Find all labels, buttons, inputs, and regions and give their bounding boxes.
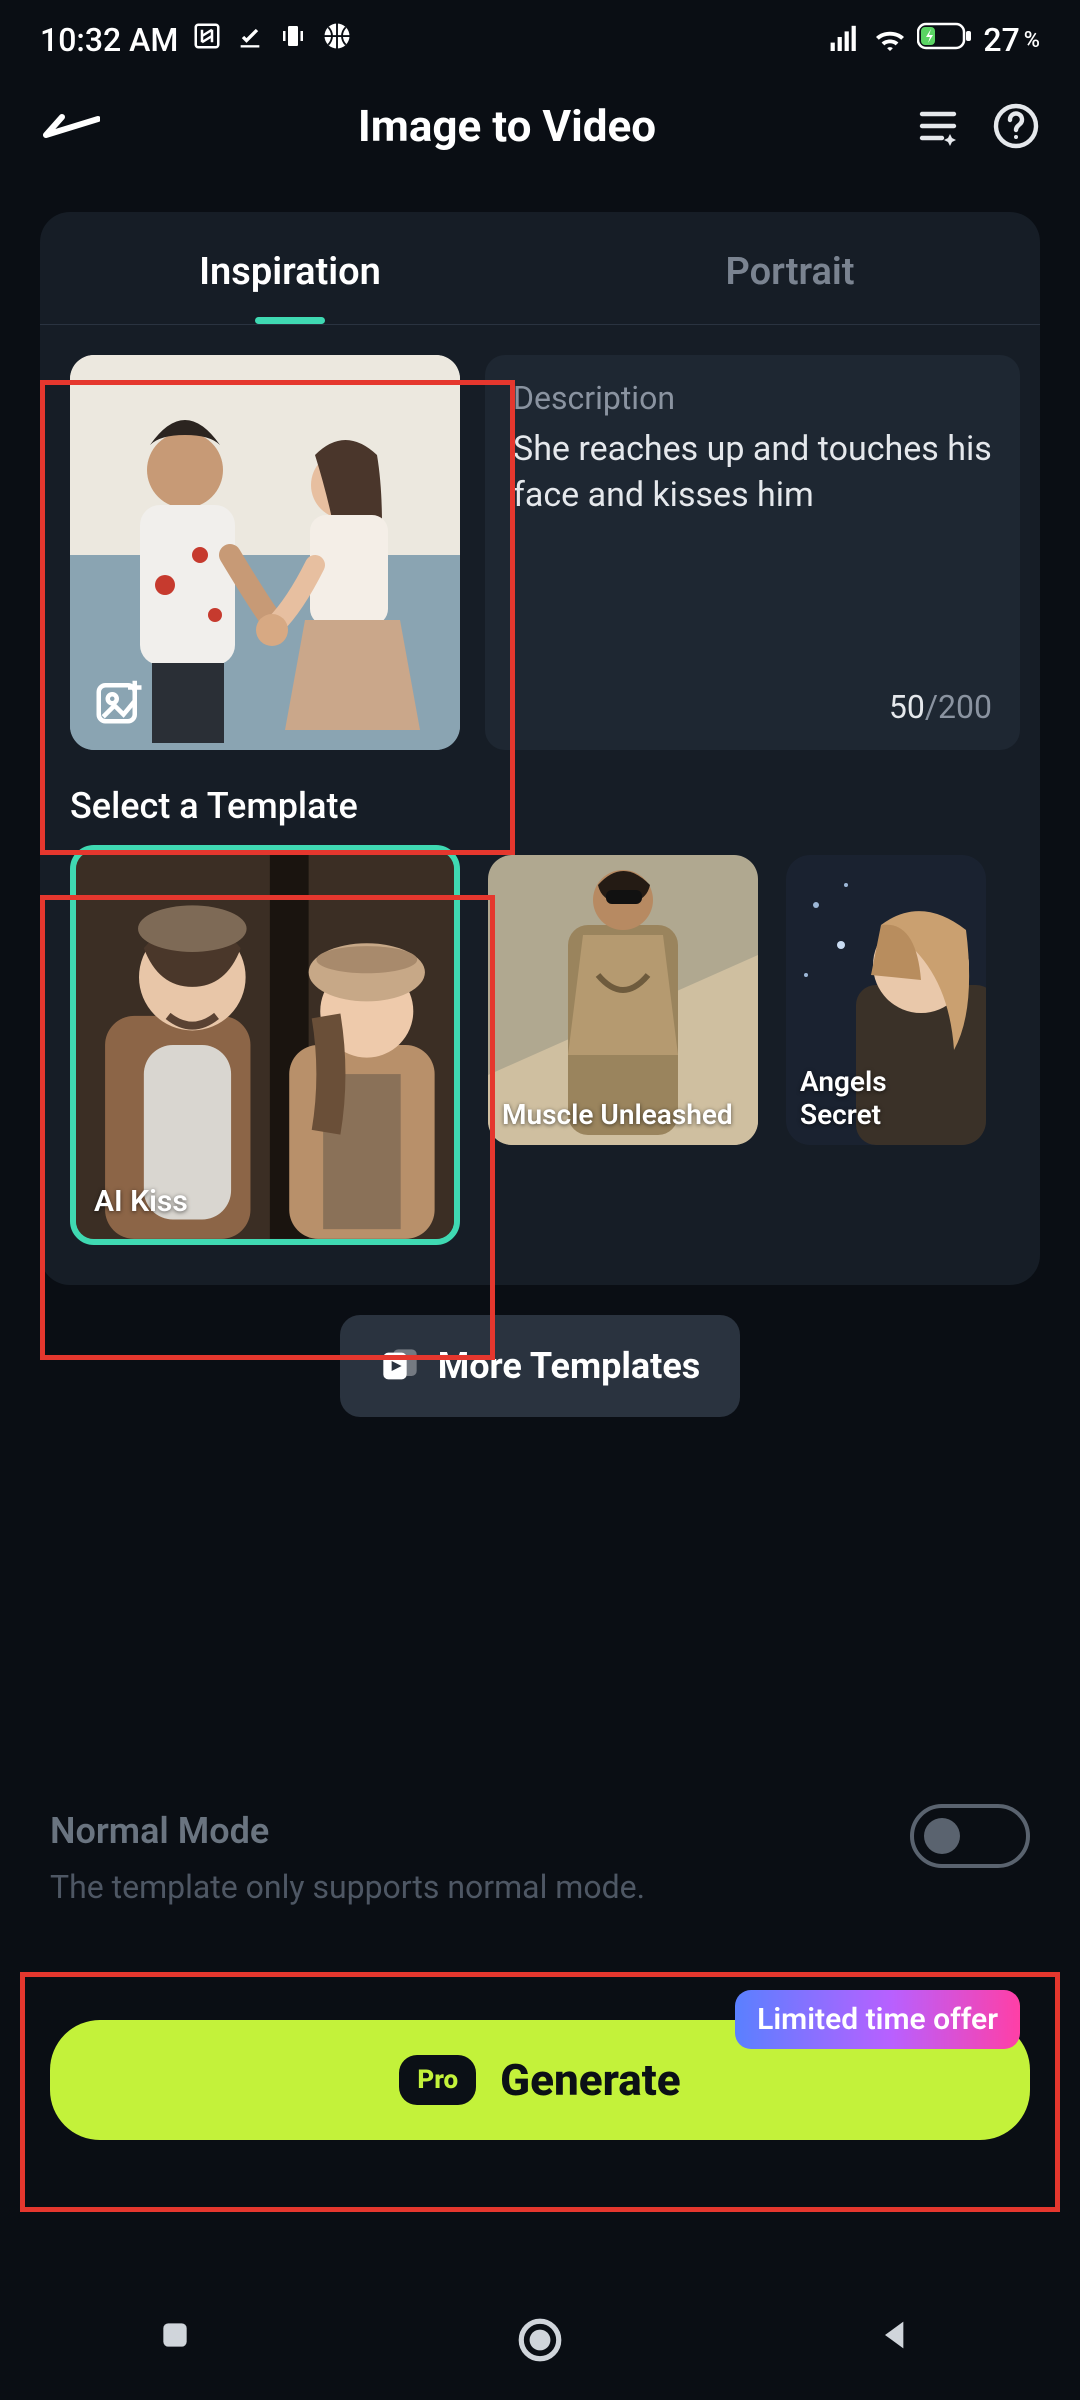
template-label: AI Kiss	[94, 1184, 188, 1219]
description-label: Description	[513, 379, 992, 417]
nfc-icon	[192, 21, 222, 59]
more-templates-label: More Templates	[438, 1345, 701, 1387]
preview-image[interactable]	[70, 355, 460, 750]
header: Image to Video	[0, 80, 1080, 182]
tabs: Inspiration Portrait	[40, 212, 1040, 325]
battery-pct: 27	[983, 21, 1019, 59]
signal-icon	[829, 21, 863, 59]
tab-inspiration[interactable]: Inspiration	[40, 212, 540, 324]
status-time: 10:32 AM	[40, 21, 178, 59]
mode-subtitle: The template only supports normal mode.	[50, 1868, 1030, 1906]
pro-badge: Pro	[399, 2055, 476, 2105]
limited-time-offer-badge: Limited time offer	[735, 1990, 1020, 2049]
template-angels-secret[interactable]: Angels Secret	[786, 855, 986, 1145]
status-right: 27 %	[829, 21, 1040, 59]
template-strip[interactable]: AI Kiss Muscle Unleashed	[40, 845, 1040, 1285]
select-template-title: Select a Template	[40, 775, 1040, 845]
nav-back-icon[interactable]	[875, 2315, 925, 2365]
char-counter: 50/200	[889, 688, 992, 726]
template-label: Angels Secret	[800, 1065, 972, 1131]
status-left: 10:32 AM	[40, 21, 352, 59]
mode-toggle[interactable]	[910, 1804, 1030, 1868]
description-text[interactable]: She reaches up and touches his face and …	[513, 427, 992, 678]
percent-sign: %	[1024, 28, 1040, 53]
template-label: Muscle Unleashed	[502, 1098, 744, 1131]
page-title: Image to Video	[100, 100, 914, 152]
description-box[interactable]: Description She reaches up and touches h…	[485, 355, 1020, 750]
mode-row: Normal Mode The template only supports n…	[50, 1810, 1030, 1906]
list-sparkle-icon[interactable]	[914, 102, 962, 150]
play-stack-icon	[380, 1346, 420, 1386]
system-nav-bar	[0, 2280, 1080, 2400]
back-button[interactable]	[40, 111, 100, 141]
status-bar: 10:32 AM 27 %	[0, 0, 1080, 80]
template-ai-kiss[interactable]: AI Kiss	[70, 845, 460, 1245]
wifi-icon	[873, 21, 907, 59]
template-muscle-unleashed[interactable]: Muscle Unleashed	[488, 855, 758, 1145]
nav-recent-icon[interactable]	[155, 2315, 205, 2365]
battery-icon	[917, 21, 973, 59]
nav-home-icon[interactable]	[515, 2315, 565, 2365]
generate-label: Generate	[500, 2054, 681, 2106]
download-done-icon	[236, 21, 264, 59]
generate-wrap: Limited time offer Pro Generate	[50, 2020, 1030, 2140]
more-templates-button[interactable]: More Templates	[340, 1315, 741, 1417]
mode-title: Normal Mode	[50, 1810, 1030, 1852]
vibrate-icon	[278, 21, 308, 59]
add-image-icon[interactable]	[92, 674, 146, 728]
content-card: Inspiration Portrait	[40, 212, 1040, 1285]
tab-portrait[interactable]: Portrait	[540, 212, 1040, 324]
help-icon[interactable]	[992, 102, 1040, 150]
basketball-icon	[322, 21, 352, 59]
